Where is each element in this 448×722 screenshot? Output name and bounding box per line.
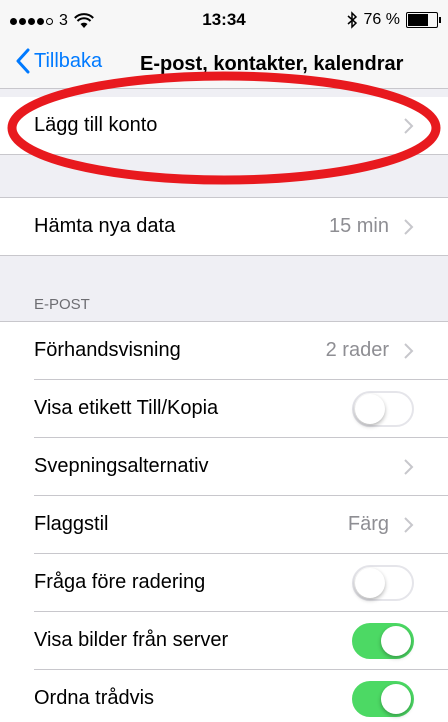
swipe-options-row[interactable]: Svepningsalternativ xyxy=(34,438,448,496)
back-label: Tillbaka xyxy=(34,49,103,72)
chevron-right-icon xyxy=(404,218,414,235)
fetch-new-data-label: Hämta nya data xyxy=(34,215,176,237)
battery-icon xyxy=(406,12,441,28)
chevron-right-icon xyxy=(404,117,414,134)
flag-style-row[interactable]: Flaggstil Färg xyxy=(34,496,448,554)
chevron-left-icon xyxy=(16,48,30,74)
status-right: 76 % xyxy=(347,11,441,29)
fetch-group: Hämta nya data 15 min xyxy=(0,197,448,256)
flag-style-label: Flaggstil xyxy=(34,513,109,535)
status-bar: 3 13:34 76 % xyxy=(0,0,448,40)
ask-before-delete-switch[interactable] xyxy=(352,564,414,601)
accounts-group: Lägg till konto xyxy=(0,97,448,155)
load-remote-images-label: Visa bilder från server xyxy=(34,629,229,651)
settings-screen: 3 13:34 76 % Tillbaka E-post, kontakter,… xyxy=(0,0,448,722)
ask-before-delete-label: Fråga före radering xyxy=(34,571,206,593)
load-remote-images-switch[interactable] xyxy=(352,622,414,659)
preview-row[interactable]: Förhandsvisning 2 rader xyxy=(34,322,448,380)
chevron-right-icon xyxy=(404,516,414,533)
organize-by-thread-switch[interactable] xyxy=(352,680,414,717)
organize-by-thread-label: Ordna trådvis xyxy=(34,687,155,709)
organize-by-thread-row: Ordna trådvis xyxy=(34,670,448,722)
show-to-cc-switch[interactable] xyxy=(352,390,414,427)
mail-settings-group: Förhandsvisning 2 rader Visa etikett Til… xyxy=(0,321,448,722)
show-to-cc-label: Visa etikett Till/Kopia xyxy=(34,397,219,419)
back-button[interactable]: Tillbaka xyxy=(16,48,102,74)
page-title: E-post, kontakter, kalendrar xyxy=(140,53,404,75)
bluetooth-icon xyxy=(347,11,357,29)
add-account-row[interactable]: Lägg till konto xyxy=(34,97,448,154)
fetch-new-data-row[interactable]: Hämta nya data 15 min xyxy=(34,198,448,255)
battery-fill xyxy=(408,14,428,26)
navigation-bar: Tillbaka E-post, kontakter, kalendrar xyxy=(0,40,448,89)
flag-style-value: Färg xyxy=(347,513,389,535)
fetch-interval-value: 15 min xyxy=(328,215,389,237)
preview-value: 2 rader xyxy=(325,339,389,361)
mail-section-header: E-POST xyxy=(34,296,90,313)
add-account-label: Lägg till konto xyxy=(34,114,158,136)
load-remote-images-row: Visa bilder från server xyxy=(34,612,448,670)
swipe-options-label: Svepningsalternativ xyxy=(34,455,209,477)
chevron-right-icon xyxy=(404,458,414,475)
preview-label: Förhandsvisning xyxy=(34,339,181,361)
battery-percent: 76 % xyxy=(363,11,400,28)
chevron-right-icon xyxy=(404,342,414,359)
ask-before-delete-row: Fråga före radering xyxy=(34,554,448,612)
show-to-cc-label-row: Visa etikett Till/Kopia xyxy=(34,380,448,438)
